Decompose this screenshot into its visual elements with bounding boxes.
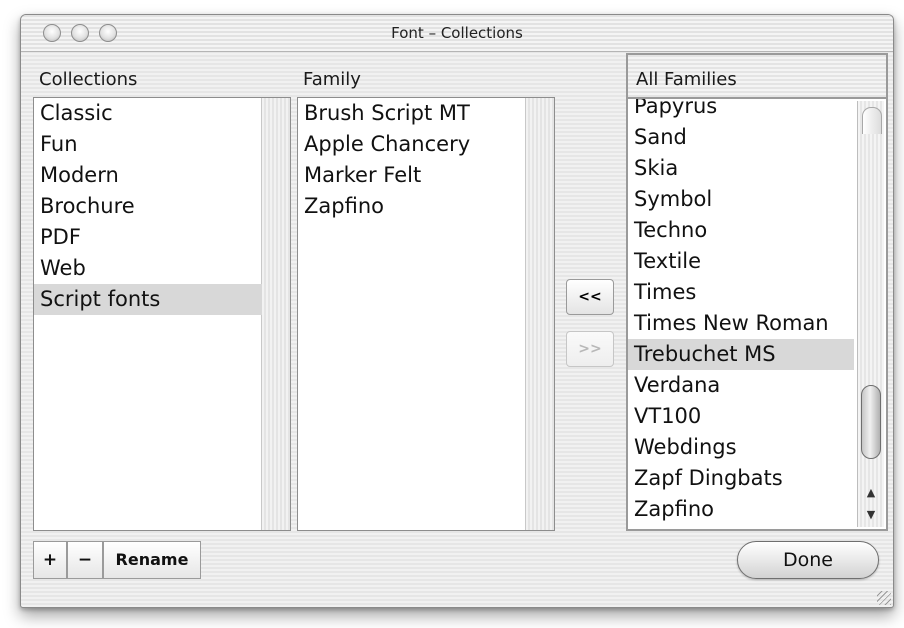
remove-from-collection-button[interactable]: >> — [566, 331, 614, 367]
collection-item-modern[interactable]: Modern — [34, 160, 119, 191]
all-families-scrollbar[interactable]: ▲ ▼ — [857, 101, 884, 527]
add-collection-button[interactable]: + — [33, 541, 67, 579]
all-family-item[interactable]: Times New Roman — [628, 308, 829, 339]
collection-item-script-fonts[interactable]: Script fonts — [34, 284, 262, 315]
all-family-item[interactable]: Textile — [628, 246, 701, 277]
done-button[interactable]: Done — [737, 541, 879, 579]
all-family-item[interactable]: Techno — [628, 215, 707, 246]
family-header: Family — [303, 69, 361, 90]
collection-item-classic[interactable]: Classic — [34, 98, 113, 129]
title-bar[interactable]: Font – Collections — [21, 15, 893, 52]
collections-list[interactable]: Classic Fun Modern Brochure PDF Web Scri… — [33, 97, 291, 531]
all-families-header: All Families — [636, 69, 737, 90]
add-to-collection-button[interactable]: << — [566, 279, 614, 315]
all-family-item[interactable]: VT100 — [628, 401, 701, 432]
collections-header: Collections — [39, 69, 138, 90]
all-family-item[interactable]: Verdana — [628, 370, 720, 401]
collection-item-web[interactable]: Web — [34, 253, 86, 284]
family-scrollbar[interactable] — [525, 98, 554, 530]
all-family-item[interactable]: Skia — [628, 153, 678, 184]
all-family-item-selected[interactable]: Trebuchet MS — [628, 339, 854, 370]
collection-item-pdf[interactable]: PDF — [34, 222, 81, 253]
collection-item-brochure[interactable]: Brochure — [34, 191, 135, 222]
all-family-item[interactable]: Symbol — [628, 184, 712, 215]
resize-grip-icon[interactable] — [877, 591, 891, 605]
remove-collection-button[interactable]: − — [67, 541, 103, 579]
scroll-down-arrow-icon[interactable]: ▼ — [858, 505, 884, 525]
all-family-item[interactable]: Times — [628, 277, 696, 308]
window-title: Font – Collections — [391, 24, 523, 42]
rename-collection-button[interactable]: Rename — [103, 541, 201, 579]
scroll-thumb[interactable] — [861, 385, 881, 459]
all-family-item[interactable]: Zapfino — [628, 494, 714, 525]
font-collections-window: Font – Collections Collections Family Cl… — [20, 14, 894, 608]
all-family-item[interactable]: Papyrus — [628, 99, 717, 122]
family-list[interactable]: Brush Script MT Apple Chancery Marker Fe… — [297, 97, 555, 531]
all-family-item[interactable]: Zapf Dingbats — [628, 463, 783, 494]
family-item-zapfino[interactable]: Zapfino — [298, 191, 384, 222]
collections-scrollbar[interactable] — [261, 98, 290, 530]
all-families-list[interactable]: Papyrus Sand Skia Symbol Techno Textile … — [626, 97, 888, 531]
all-families-header-box: All Families — [626, 53, 888, 99]
family-item-apple-chancery[interactable]: Apple Chancery — [298, 129, 470, 160]
scroll-track-cap — [862, 107, 882, 134]
all-family-item[interactable]: Sand — [628, 122, 687, 153]
family-item-marker-felt[interactable]: Marker Felt — [298, 160, 421, 191]
all-family-item[interactable]: Webdings — [628, 432, 737, 463]
collection-item-fun[interactable]: Fun — [34, 129, 78, 160]
scroll-up-arrow-icon[interactable]: ▲ — [858, 483, 884, 503]
family-item-brush-script-mt[interactable]: Brush Script MT — [298, 98, 470, 129]
